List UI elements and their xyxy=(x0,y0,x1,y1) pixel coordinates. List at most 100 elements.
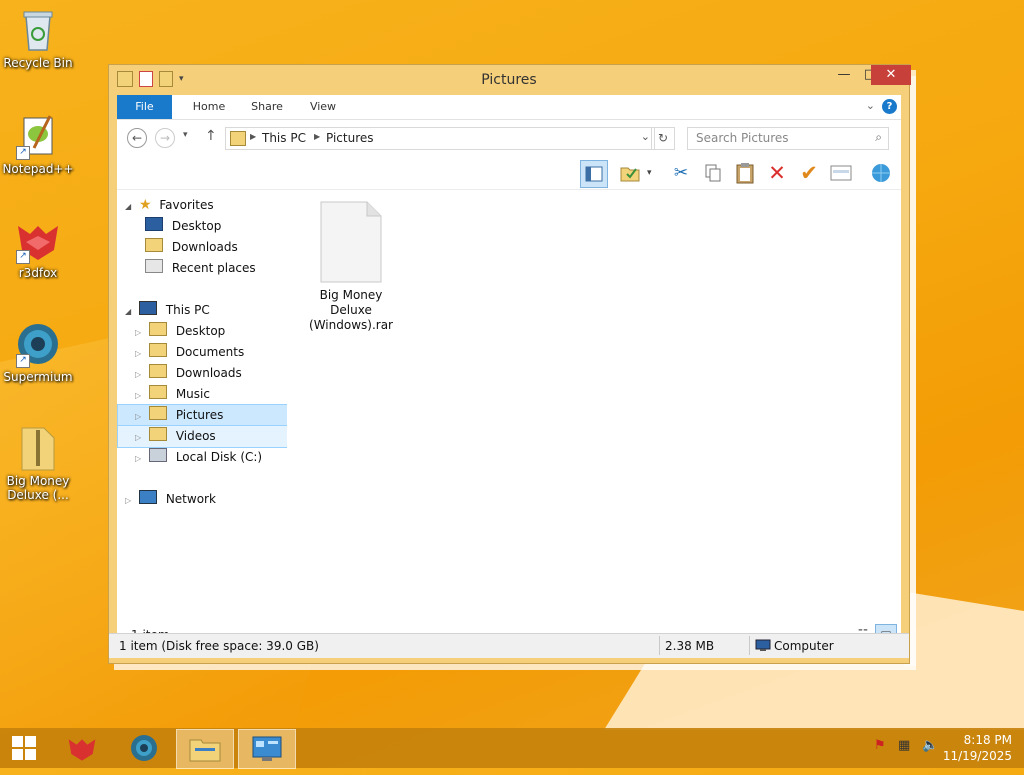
computer-icon xyxy=(755,639,771,655)
recycle-bin-icon xyxy=(14,6,62,54)
refresh-button[interactable]: ↻ xyxy=(651,127,675,150)
file-name: Big Money Deluxe (Windows).rar xyxy=(309,288,393,332)
rename-check-icon[interactable]: ✔ xyxy=(796,160,822,186)
nav-this-pc-local-disk[interactable]: ▷ Local Disk (C:) xyxy=(135,447,262,468)
collapsed-arrow-icon[interactable]: ▷ xyxy=(135,433,141,442)
network-globe-icon[interactable] xyxy=(868,160,894,186)
volume-muted-icon[interactable]: 🔈 xyxy=(922,738,938,753)
nav-label: Network xyxy=(165,492,216,506)
collapsed-arrow-icon[interactable]: ▷ xyxy=(135,454,141,463)
desktop-icon-supermium[interactable]: ↗ Supermium xyxy=(0,320,76,384)
desktop-icon xyxy=(145,217,163,231)
nav-label: Desktop xyxy=(171,219,222,233)
collapsed-arrow-icon[interactable]: ▷ xyxy=(125,496,131,505)
recent-locations-dropdown-icon[interactable]: ▾ xyxy=(183,130,188,140)
chevron-down-icon[interactable]: ⌄ xyxy=(866,99,875,112)
collapsed-arrow-icon[interactable]: ▷ xyxy=(135,370,141,379)
recent-places-icon xyxy=(145,259,163,273)
desktop-icon-r3dfox[interactable]: ↗ r3dfox xyxy=(0,216,76,280)
desktop-icon-label: Recycle Bin xyxy=(3,56,73,70)
downloads-folder-icon xyxy=(148,364,167,378)
nav-this-pc[interactable]: ◢ This PC xyxy=(125,300,210,321)
pictures-folder-icon xyxy=(230,131,246,146)
title-bar[interactable]: ▾ Pictures — □ ✕ xyxy=(109,65,911,95)
tab-view[interactable]: View xyxy=(297,95,349,119)
expanded-arrow-icon: ◢ xyxy=(125,202,132,211)
nav-favorites-downloads[interactable]: Downloads xyxy=(145,237,238,258)
address-bar-row: ← → ▾ ↑ ▶ This PC ▶ Pictures ⌄ ↻ Search … xyxy=(117,120,901,155)
delete-icon[interactable]: ✕ xyxy=(764,160,790,186)
supermium-taskbar-icon[interactable] xyxy=(116,729,172,767)
shortcut-arrow-icon: ↗ xyxy=(16,146,30,160)
desktop-icon-label: r3dfox xyxy=(18,266,58,280)
collapsed-arrow-icon[interactable]: ▷ xyxy=(135,328,141,337)
nav-label: This PC xyxy=(165,303,210,317)
tab-file[interactable]: File xyxy=(117,95,172,119)
address-input[interactable]: ▶ This PC ▶ Pictures ⌄ xyxy=(225,127,655,150)
collapsed-arrow-icon[interactable]: ▷ xyxy=(135,349,141,358)
r3dfox-taskbar-icon[interactable] xyxy=(54,729,110,767)
command-toolbar: ▾ ✂ ✕ ✔ xyxy=(117,156,901,190)
nav-this-pc-music[interactable]: ▷ Music xyxy=(135,384,210,405)
breadcrumb-this-pc[interactable]: This PC xyxy=(262,131,306,145)
start-button[interactable] xyxy=(0,729,48,767)
up-button[interactable]: ↑ xyxy=(205,128,217,144)
nav-label: Music xyxy=(175,387,210,401)
status-bar: 1 item (Disk free space: 39.0 GB) 2.38 M… xyxy=(109,633,909,658)
nav-this-pc-downloads[interactable]: ▷ Downloads xyxy=(135,363,242,384)
properties-dialog-icon[interactable] xyxy=(828,160,854,186)
ribbon-tabs: File Home Share View ⌄ ? xyxy=(117,95,901,120)
nav-favorites-recent-places[interactable]: Recent places xyxy=(145,258,256,279)
file-list[interactable]: Big Money Deluxe (Windows).rar xyxy=(287,190,901,620)
address-dropdown-icon[interactable]: ⌄ xyxy=(641,130,650,143)
search-placeholder: Search Pictures xyxy=(696,131,789,145)
network-tray-icon[interactable]: ▦ xyxy=(898,738,910,753)
tab-share[interactable]: Share xyxy=(239,95,295,119)
minimize-button[interactable]: — xyxy=(831,65,857,85)
nav-favorites[interactable]: ◢ ★ Favorites xyxy=(125,195,214,216)
help-icon[interactable]: ? xyxy=(882,99,897,114)
desktop-icon-label: Big Money Deluxe (... xyxy=(6,474,70,502)
nav-this-pc-pictures[interactable]: ▷ Pictures xyxy=(117,404,289,427)
breadcrumb-pictures[interactable]: Pictures xyxy=(326,131,374,145)
breadcrumb-chevron-icon: ▶ xyxy=(314,132,321,141)
desktop-icon-notepadpp[interactable]: ↗ Notepad++ xyxy=(0,112,76,176)
desktop-icon-recycle-bin[interactable]: Recycle Bin xyxy=(0,6,76,70)
nav-label: Favorites xyxy=(159,198,214,212)
nav-label: Videos xyxy=(175,429,216,443)
computer-icon xyxy=(138,301,157,315)
explorer-window[interactable]: ▾ Pictures — □ ✕ File Home Share View ⌄ … xyxy=(108,64,911,664)
copy-icon[interactable] xyxy=(700,160,726,186)
collapsed-arrow-icon[interactable]: ▷ xyxy=(135,412,141,421)
back-button[interactable]: ← xyxy=(127,128,147,148)
collapsed-arrow-icon[interactable]: ▷ xyxy=(135,391,141,400)
notepadpp-icon: ↗ xyxy=(14,112,62,160)
nav-this-pc-desktop[interactable]: ▷ Desktop xyxy=(135,321,225,342)
file-item[interactable]: Big Money Deluxe (Windows).rar xyxy=(309,200,393,333)
nav-this-pc-videos[interactable]: ▷ Videos xyxy=(117,425,289,448)
taskbar-clock[interactable]: 8:18 PM 11/19/2025 xyxy=(943,732,1012,764)
close-button[interactable]: ✕ xyxy=(871,65,911,85)
select-folder-icon[interactable] xyxy=(617,160,643,186)
paste-icon[interactable] xyxy=(732,160,758,186)
nav-label: Local Disk (C:) xyxy=(175,450,263,464)
search-input[interactable]: Search Pictures ⌕ xyxy=(687,127,889,150)
select-dropdown-icon[interactable]: ▾ xyxy=(647,168,652,178)
action-center-flag-icon[interactable]: ⚑ xyxy=(874,738,886,753)
nav-network[interactable]: ▷ Network xyxy=(125,489,216,510)
cut-icon[interactable]: ✂ xyxy=(668,160,694,186)
nav-this-pc-documents[interactable]: ▷ Documents xyxy=(135,342,244,363)
desktop-icon-big-money-deluxe[interactable]: Big Money Deluxe (... xyxy=(0,424,76,502)
control-panel-taskbar-icon[interactable] xyxy=(238,729,296,769)
network-icon xyxy=(138,490,157,504)
tab-home[interactable]: Home xyxy=(181,95,237,119)
drive-icon xyxy=(148,448,167,462)
desktop-icon-label: Supermium xyxy=(3,370,73,384)
nav-label: Desktop xyxy=(175,324,226,338)
preview-pane-button[interactable] xyxy=(580,160,608,188)
nav-favorites-desktop[interactable]: Desktop xyxy=(145,216,221,237)
file-explorer-taskbar-icon[interactable] xyxy=(176,729,234,769)
forward-button[interactable]: → xyxy=(155,128,175,148)
r3dfox-icon: ↗ xyxy=(14,216,62,264)
search-icon[interactable]: ⌕ xyxy=(875,130,882,145)
